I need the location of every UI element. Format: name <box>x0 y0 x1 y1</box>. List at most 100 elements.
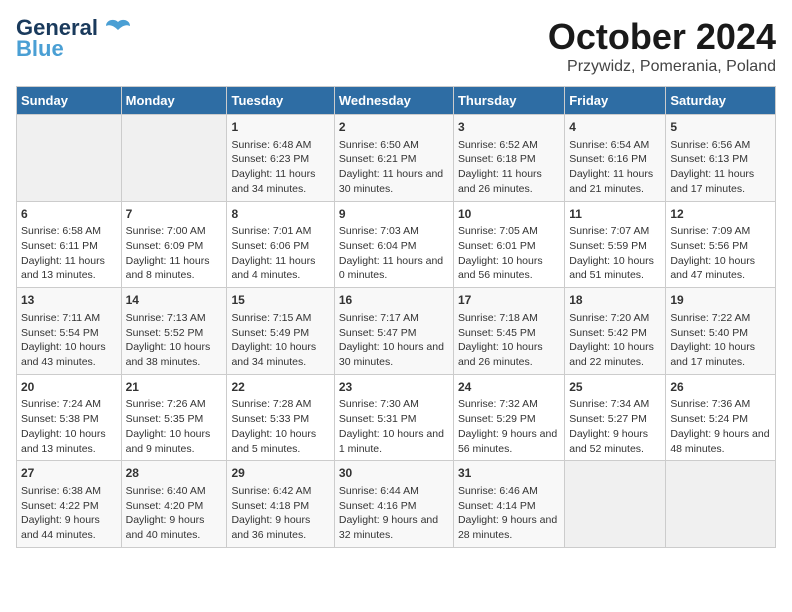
sunrise-text: Sunrise: 7:20 AM <box>569 311 661 326</box>
calendar-cell: 2Sunrise: 6:50 AMSunset: 6:21 PMDaylight… <box>334 115 453 202</box>
daylight-text: Daylight: 9 hours and 32 minutes. <box>339 513 449 542</box>
calendar-week-row: 1Sunrise: 6:48 AMSunset: 6:23 PMDaylight… <box>17 115 776 202</box>
sunrise-text: Sunrise: 6:56 AM <box>670 138 771 153</box>
daylight-text: Daylight: 11 hours and 30 minutes. <box>339 167 449 196</box>
day-number: 4 <box>569 119 661 136</box>
calendar-week-row: 27Sunrise: 6:38 AMSunset: 4:22 PMDayligh… <box>17 461 776 548</box>
day-number: 14 <box>126 292 223 309</box>
daylight-text: Daylight: 9 hours and 36 minutes. <box>231 513 329 542</box>
sunrise-text: Sunrise: 7:34 AM <box>569 397 661 412</box>
sunset-text: Sunset: 6:01 PM <box>458 239 560 254</box>
day-number: 15 <box>231 292 329 309</box>
day-number: 1 <box>231 119 329 136</box>
sunset-text: Sunset: 6:21 PM <box>339 152 449 167</box>
daylight-text: Daylight: 11 hours and 13 minutes. <box>21 254 117 283</box>
sunrise-text: Sunrise: 7:24 AM <box>21 397 117 412</box>
calendar-cell: 23Sunrise: 7:30 AMSunset: 5:31 PMDayligh… <box>334 374 453 461</box>
sunset-text: Sunset: 5:29 PM <box>458 412 560 427</box>
day-number: 9 <box>339 206 449 223</box>
sunset-text: Sunset: 6:04 PM <box>339 239 449 254</box>
day-number: 5 <box>670 119 771 136</box>
sunrise-text: Sunrise: 7:17 AM <box>339 311 449 326</box>
sunset-text: Sunset: 6:13 PM <box>670 152 771 167</box>
logo-text-blue: Blue <box>16 36 64 61</box>
page-subtitle: Przywidz, Pomerania, Poland <box>548 58 776 76</box>
calendar-table: SundayMondayTuesdayWednesdayThursdayFrid… <box>16 86 776 548</box>
day-number: 13 <box>21 292 117 309</box>
sunrise-text: Sunrise: 7:05 AM <box>458 224 560 239</box>
sunset-text: Sunset: 5:52 PM <box>126 326 223 341</box>
sunset-text: Sunset: 6:11 PM <box>21 239 117 254</box>
day-number: 22 <box>231 379 329 396</box>
sunrise-text: Sunrise: 6:42 AM <box>231 484 329 499</box>
title-block: October 2024 Przywidz, Pomerania, Poland <box>548 16 776 76</box>
sunset-text: Sunset: 5:49 PM <box>231 326 329 341</box>
daylight-text: Daylight: 11 hours and 8 minutes. <box>126 254 223 283</box>
logo-bird-icon <box>104 18 132 40</box>
daylight-text: Daylight: 11 hours and 4 minutes. <box>231 254 329 283</box>
calendar-cell: 1Sunrise: 6:48 AMSunset: 6:23 PMDaylight… <box>227 115 334 202</box>
page-header: General Blue October 2024 Przywidz, Pome… <box>16 16 776 76</box>
calendar-cell: 15Sunrise: 7:15 AMSunset: 5:49 PMDayligh… <box>227 288 334 375</box>
day-header-monday: Monday <box>121 87 227 115</box>
sunset-text: Sunset: 4:20 PM <box>126 499 223 514</box>
daylight-text: Daylight: 10 hours and 38 minutes. <box>126 340 223 369</box>
day-number: 6 <box>21 206 117 223</box>
daylight-text: Daylight: 10 hours and 26 minutes. <box>458 340 560 369</box>
logo: General Blue <box>16 16 132 62</box>
day-number: 29 <box>231 465 329 482</box>
daylight-text: Daylight: 10 hours and 43 minutes. <box>21 340 117 369</box>
daylight-text: Daylight: 11 hours and 17 minutes. <box>670 167 771 196</box>
calendar-week-row: 20Sunrise: 7:24 AMSunset: 5:38 PMDayligh… <box>17 374 776 461</box>
day-number: 12 <box>670 206 771 223</box>
daylight-text: Daylight: 9 hours and 28 minutes. <box>458 513 560 542</box>
day-number: 8 <box>231 206 329 223</box>
calendar-cell: 27Sunrise: 6:38 AMSunset: 4:22 PMDayligh… <box>17 461 122 548</box>
sunset-text: Sunset: 6:06 PM <box>231 239 329 254</box>
calendar-cell: 14Sunrise: 7:13 AMSunset: 5:52 PMDayligh… <box>121 288 227 375</box>
daylight-text: Daylight: 10 hours and 34 minutes. <box>231 340 329 369</box>
daylight-text: Daylight: 11 hours and 34 minutes. <box>231 167 329 196</box>
sunset-text: Sunset: 5:24 PM <box>670 412 771 427</box>
calendar-cell <box>565 461 666 548</box>
day-number: 11 <box>569 206 661 223</box>
sunrise-text: Sunrise: 7:00 AM <box>126 224 223 239</box>
calendar-cell: 13Sunrise: 7:11 AMSunset: 5:54 PMDayligh… <box>17 288 122 375</box>
day-number: 3 <box>458 119 560 136</box>
calendar-week-row: 6Sunrise: 6:58 AMSunset: 6:11 PMDaylight… <box>17 201 776 288</box>
daylight-text: Daylight: 10 hours and 13 minutes. <box>21 427 117 456</box>
sunset-text: Sunset: 5:54 PM <box>21 326 117 341</box>
calendar-header-row: SundayMondayTuesdayWednesdayThursdayFrid… <box>17 87 776 115</box>
sunrise-text: Sunrise: 6:44 AM <box>339 484 449 499</box>
sunset-text: Sunset: 6:23 PM <box>231 152 329 167</box>
sunrise-text: Sunrise: 7:07 AM <box>569 224 661 239</box>
calendar-cell: 21Sunrise: 7:26 AMSunset: 5:35 PMDayligh… <box>121 374 227 461</box>
calendar-cell: 6Sunrise: 6:58 AMSunset: 6:11 PMDaylight… <box>17 201 122 288</box>
day-number: 10 <box>458 206 560 223</box>
calendar-cell: 25Sunrise: 7:34 AMSunset: 5:27 PMDayligh… <box>565 374 666 461</box>
day-header-saturday: Saturday <box>666 87 776 115</box>
daylight-text: Daylight: 9 hours and 40 minutes. <box>126 513 223 542</box>
sunset-text: Sunset: 6:16 PM <box>569 152 661 167</box>
day-header-sunday: Sunday <box>17 87 122 115</box>
sunrise-text: Sunrise: 7:22 AM <box>670 311 771 326</box>
day-header-friday: Friday <box>565 87 666 115</box>
daylight-text: Daylight: 9 hours and 52 minutes. <box>569 427 661 456</box>
day-number: 31 <box>458 465 560 482</box>
calendar-cell <box>17 115 122 202</box>
sunrise-text: Sunrise: 6:46 AM <box>458 484 560 499</box>
daylight-text: Daylight: 10 hours and 9 minutes. <box>126 427 223 456</box>
sunrise-text: Sunrise: 6:40 AM <box>126 484 223 499</box>
day-number: 25 <box>569 379 661 396</box>
calendar-cell: 10Sunrise: 7:05 AMSunset: 6:01 PMDayligh… <box>453 201 564 288</box>
calendar-cell: 19Sunrise: 7:22 AMSunset: 5:40 PMDayligh… <box>666 288 776 375</box>
calendar-cell: 31Sunrise: 6:46 AMSunset: 4:14 PMDayligh… <box>453 461 564 548</box>
sunrise-text: Sunrise: 7:26 AM <box>126 397 223 412</box>
day-number: 26 <box>670 379 771 396</box>
calendar-cell: 11Sunrise: 7:07 AMSunset: 5:59 PMDayligh… <box>565 201 666 288</box>
calendar-cell: 7Sunrise: 7:00 AMSunset: 6:09 PMDaylight… <box>121 201 227 288</box>
calendar-cell: 4Sunrise: 6:54 AMSunset: 6:16 PMDaylight… <box>565 115 666 202</box>
daylight-text: Daylight: 10 hours and 22 minutes. <box>569 340 661 369</box>
sunset-text: Sunset: 5:33 PM <box>231 412 329 427</box>
sunset-text: Sunset: 5:59 PM <box>569 239 661 254</box>
